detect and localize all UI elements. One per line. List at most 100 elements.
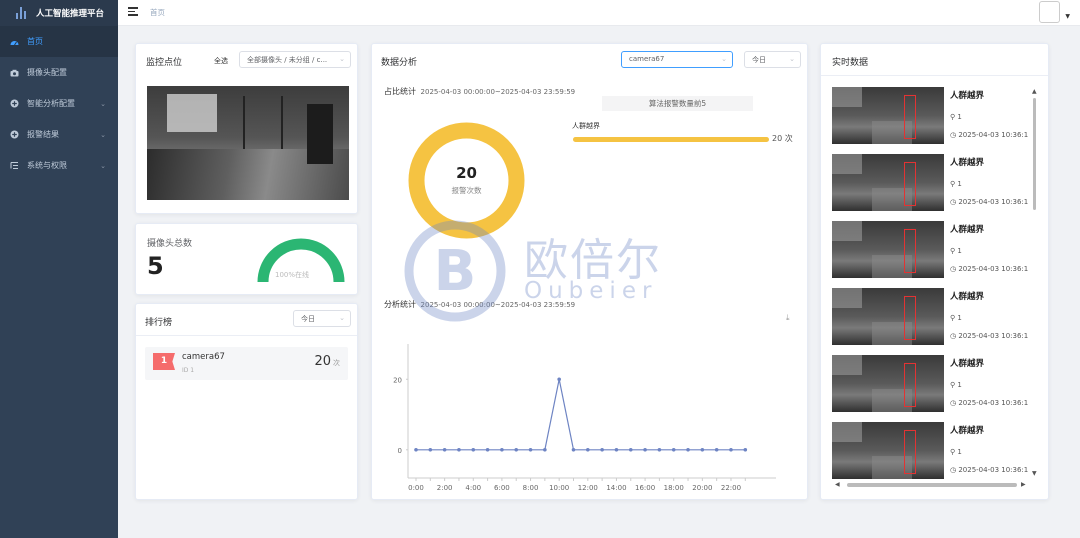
- realtime-card: 实时数据 人群越界 ⚲ 1 ◷ 2025-04-03 10:36:1 人群越界 ⚲ 1 ◷…: [820, 43, 1049, 500]
- event-snapshot[interactable]: [832, 355, 944, 412]
- chevron-down-icon: ⌄: [339, 314, 345, 322]
- analysis-title: 数据分析: [381, 58, 418, 68]
- ratio-date-range: 2025-04-03 00:00:00~2025-04-03 23:59:59: [420, 88, 576, 96]
- monitor-title: 监控点位: [146, 58, 183, 68]
- ratio-stats-label: 占比统计: [384, 87, 416, 96]
- analysis-camera-select[interactable]: camera67 ⌄: [621, 51, 733, 68]
- event-title: 人群越界: [950, 225, 985, 235]
- event-time-value: 2025-04-03 10:36:1: [958, 265, 1029, 273]
- event-snapshot[interactable]: [832, 154, 944, 211]
- trend-line-chart: 0 20 0:00 2:00 4:00 6:00 8:00 10:00 12:00 14:00 16…: [393, 344, 776, 492]
- camera-group-select[interactable]: 全部摄像头 / 未分组 / c... ⌄: [239, 51, 351, 68]
- x-tick-label: 22:00: [721, 484, 741, 492]
- event-snapshot[interactable]: [832, 422, 944, 479]
- event-time: ◷ 2025-04-03 10:36:1: [950, 466, 1028, 474]
- x-tick-label: 14:00: [606, 484, 626, 492]
- ranking-period-select[interactable]: 今日 ⌄: [293, 310, 351, 327]
- rank-camera-name: camera67: [182, 352, 225, 362]
- event-snapshot[interactable]: [832, 87, 944, 144]
- camera-total-card: 摄像头总数 5 100%在线: [135, 223, 358, 295]
- chevron-down-icon: ⌄: [789, 55, 795, 63]
- realtime-item[interactable]: 人群越界 ⚲ 1 ◷ 2025-04-03 10:36:1: [832, 355, 1032, 412]
- data-point: [628, 447, 633, 452]
- data-point: [485, 447, 490, 452]
- bar-label: 人群越界: [572, 122, 600, 130]
- sidebar-item-analysis-config[interactable]: 智能分析配置 ⌄: [0, 88, 118, 119]
- menu-toggle-icon[interactable]: [128, 7, 138, 17]
- realtime-item[interactable]: 人群越界 ⚲ 1 ◷ 2025-04-03 10:36:1: [832, 154, 1032, 211]
- data-point: [557, 377, 561, 382]
- rank-badge: 1: [153, 353, 175, 370]
- ranking-title: 排行榜: [145, 318, 173, 328]
- chevron-down-icon: ⌄: [721, 55, 727, 63]
- event-snapshot[interactable]: [832, 221, 944, 278]
- scroll-left-icon[interactable]: ◀: [835, 481, 840, 488]
- scroll-up-icon[interactable]: ▲: [1032, 88, 1037, 95]
- data-point: [414, 447, 418, 452]
- sidebar-item-home[interactable]: 首页: [0, 26, 118, 57]
- realtime-item[interactable]: 人群越界 ⚲ 1 ◷ 2025-04-03 10:36:1: [832, 87, 1032, 144]
- sidebar-item-system[interactable]: 系统与权限 ⌄: [0, 150, 118, 181]
- data-point: [457, 447, 461, 452]
- data-point: [571, 447, 576, 452]
- data-point: [729, 447, 733, 452]
- event-time-value: 2025-04-03 10:36:1: [958, 466, 1029, 474]
- data-point: [686, 447, 690, 452]
- trend-stats-label: 分析统计: [384, 300, 416, 309]
- chevron-down-icon: ⌄: [100, 161, 106, 170]
- video-preview[interactable]: [147, 86, 349, 200]
- top5-title: 算法报警数量前5: [602, 96, 753, 111]
- data-point: [700, 447, 705, 452]
- caret-down-icon[interactable]: ▼: [1065, 13, 1070, 20]
- x-tick-label: 8:00: [523, 484, 539, 492]
- sidebar-item-label: 摄像头配置: [27, 68, 67, 77]
- plus-circle-icon: [10, 99, 19, 108]
- series-line: [416, 379, 746, 451]
- sidebar-item-label: 首页: [27, 37, 43, 46]
- realtime-item[interactable]: 人群越界 ⚲ 1 ◷ 2025-04-03 10:36:1: [832, 422, 1032, 479]
- horizontal-scrollbar[interactable]: ◀ ▶: [835, 481, 1026, 488]
- monitor-card: 监控点位 全选 全部摄像头 / 未分组 / c... ⌄: [135, 43, 358, 214]
- realtime-item[interactable]: 人群越界 ⚲ 1 ◷ 2025-04-03 10:36:1: [832, 221, 1032, 278]
- event-time: ◷ 2025-04-03 10:36:1: [950, 265, 1028, 273]
- event-snapshot[interactable]: [832, 288, 944, 345]
- vertical-scrollbar[interactable]: ▲ ▼: [1032, 88, 1037, 477]
- select-value: 今日: [301, 315, 315, 323]
- y-tick-label: 0: [398, 447, 402, 455]
- realtime-list[interactable]: 人群越界 ⚲ 1 ◷ 2025-04-03 10:36:1 人群越界 ⚲ 1 ◷ 2025…: [821, 84, 1033, 482]
- x-tick-label: 12:00: [578, 484, 598, 492]
- online-gauge-label: 100%在线: [275, 271, 310, 279]
- data-point: [514, 447, 519, 452]
- sidebar-item-alarm-results[interactable]: 报警结果 ⌄: [0, 119, 118, 150]
- select-value: 全部摄像头 / 未分组 / c...: [247, 56, 328, 64]
- breadcrumb[interactable]: 首页: [150, 7, 165, 18]
- event-title: 人群越界: [950, 91, 985, 101]
- realtime-item[interactable]: 人群越界 ⚲ 1 ◷ 2025-04-03 10:36:1: [832, 288, 1032, 345]
- ranking-card: 排行榜 今日 ⌄ 1 camera67 ID 1 20 次: [135, 303, 358, 500]
- logo-icon: [16, 7, 28, 19]
- avatar[interactable]: [1039, 1, 1060, 23]
- select-all-label[interactable]: 全选: [214, 56, 228, 66]
- event-location-value: 1: [957, 247, 962, 255]
- event-location-value: 1: [957, 180, 962, 188]
- x-tick-label: 0:00: [408, 484, 424, 492]
- event-location: ⚲ 1: [950, 448, 962, 456]
- event-location-value: 1: [957, 448, 962, 456]
- event-location-value: 1: [957, 113, 962, 121]
- realtime-title: 实时数据: [832, 58, 869, 68]
- sidebar-item-label: 报警结果: [27, 130, 59, 139]
- event-location: ⚲ 1: [950, 180, 962, 188]
- data-point: [657, 447, 662, 452]
- download-icon[interactable]: ⤓: [786, 313, 790, 323]
- rank-count-unit: 次: [333, 359, 340, 367]
- trend-date-range: 2025-04-03 00:00:00~2025-04-03 23:59:59: [420, 301, 576, 309]
- ranking-item[interactable]: 1 camera67 ID 1 20 次: [145, 347, 348, 380]
- x-tick-label: 6:00: [494, 484, 510, 492]
- sidebar-item-camera-config[interactable]: 摄像头配置: [0, 57, 118, 88]
- scroll-down-icon[interactable]: ▼: [1032, 470, 1037, 477]
- y-tick-label: 20: [393, 376, 402, 384]
- event-location: ⚲ 1: [950, 247, 962, 255]
- top-navbar: 首页 ▼: [118, 0, 1080, 26]
- scroll-right-icon[interactable]: ▶: [1021, 481, 1026, 488]
- analysis-period-select[interactable]: 今日 ⌄: [744, 51, 801, 68]
